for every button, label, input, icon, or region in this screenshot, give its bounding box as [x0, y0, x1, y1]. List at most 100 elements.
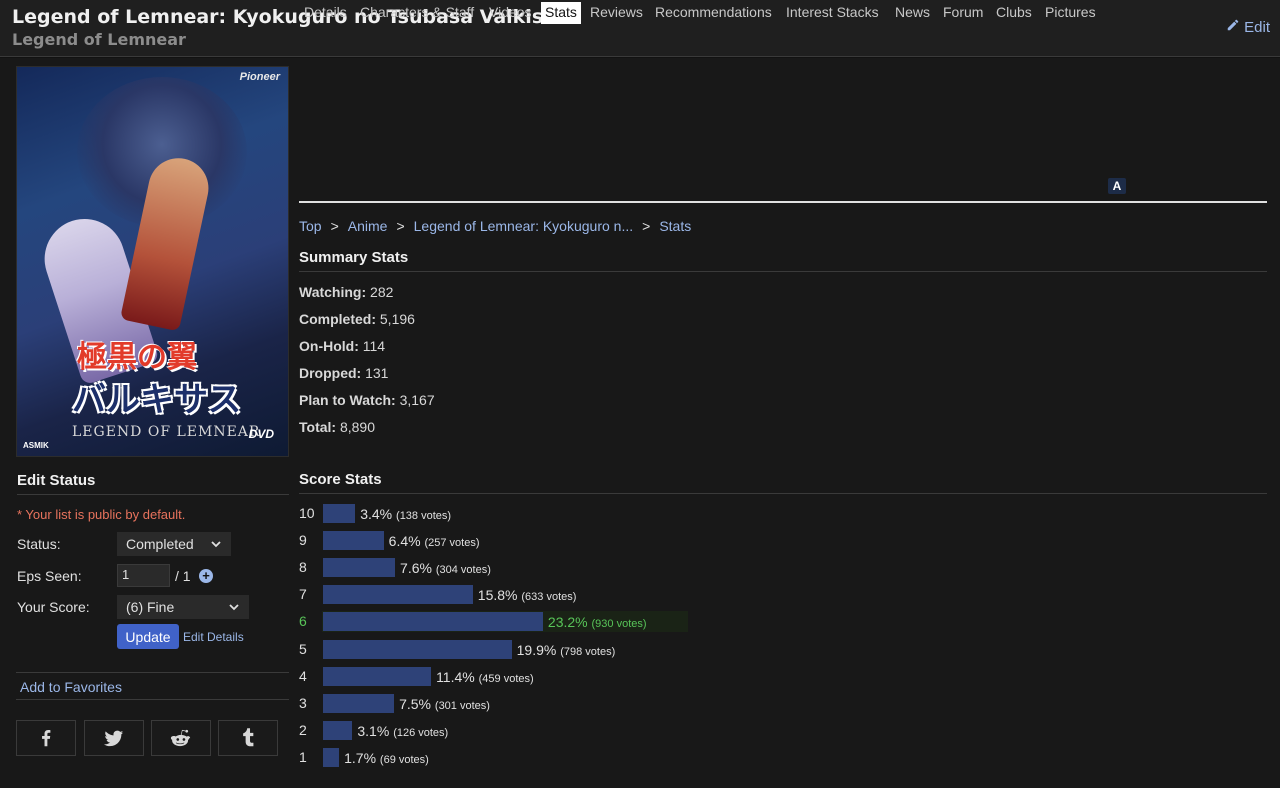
score-percent-value: 6.4% [388, 533, 421, 550]
breadcrumb-separator: > [330, 218, 339, 234]
tab-details[interactable]: Details [300, 2, 351, 24]
score-row: 9 6.4% (257 votes) [299, 531, 939, 551]
score-bar [323, 720, 353, 740]
breadcrumb-stats[interactable]: Stats [659, 218, 691, 234]
facebook-icon [42, 730, 51, 747]
eps-total: / 1 [175, 568, 191, 584]
score-percent: 7.5% (301 votes) [399, 696, 490, 712]
eps-label: Eps Seen: [17, 568, 82, 584]
public-note: * Your list is public by default. [17, 507, 186, 522]
score-bar [323, 585, 473, 605]
breadcrumb-title[interactable]: Legend of Lemnear: Kyokuguro n... [414, 218, 633, 234]
chevron-down-icon [229, 604, 239, 611]
score-percent: 3.4% (138 votes) [360, 506, 451, 522]
favorites-box: Add to Favorites [16, 672, 289, 700]
dvd-logo: DVD [248, 427, 274, 441]
eps-seen-input[interactable]: 1 [117, 564, 170, 587]
stat-label: Plan to Watch: [299, 392, 396, 408]
stat-watching: Watching: 282 [299, 284, 393, 300]
edit-details-link[interactable]: Edit Details [183, 630, 244, 644]
tab-interest-stacks[interactable]: Interest Stacks [782, 2, 883, 24]
score-number: 2 [299, 721, 307, 738]
score-number: 3 [299, 694, 307, 711]
poster-en-title: LEGEND OF LEMNEAR [72, 424, 261, 440]
score-select[interactable]: (6) Fine [117, 595, 249, 619]
tab-recommendations[interactable]: Recommendations [651, 2, 776, 24]
add-to-favorites-link[interactable]: Add to Favorites [20, 679, 122, 695]
tab-videos[interactable]: Videos [485, 2, 536, 24]
tab-forum[interactable]: Forum [939, 2, 987, 24]
reddit-share-button[interactable] [151, 720, 211, 756]
chevron-down-icon [211, 541, 221, 548]
facebook-share-button[interactable] [16, 720, 76, 756]
twitter-share-button[interactable] [84, 720, 144, 756]
tumblr-share-button[interactable] [218, 720, 278, 756]
tab-news[interactable]: News [891, 2, 934, 24]
stat-label: Dropped: [299, 365, 362, 381]
score-row: 8 7.6% (304 votes) [299, 558, 939, 578]
score-votes: (126 votes) [393, 726, 449, 739]
score-percent-value: 15.8% [477, 587, 518, 604]
score-number: 6 [299, 613, 307, 630]
tab-clubs[interactable]: Clubs [992, 2, 1036, 24]
score-bar [323, 639, 512, 659]
pencil-icon [1226, 18, 1240, 36]
tab-characters-staff[interactable]: Characters & Staff [356, 2, 478, 24]
increment-eps-icon[interactable]: + [199, 569, 213, 583]
score-number: 8 [299, 559, 307, 576]
cover-image[interactable]: Pioneer 極黒の翼 バルキサス LEGEND OF LEMNEAR DVD… [16, 66, 289, 457]
tumblr-icon [243, 728, 254, 747]
tab-pictures[interactable]: Pictures [1041, 2, 1100, 24]
score-bar [323, 693, 395, 713]
stat-dropped: Dropped: 131 [299, 365, 388, 381]
stat-value: 282 [370, 284, 394, 300]
score-row: 5 19.9% (798 votes) [299, 639, 939, 660]
score-votes: (257 votes) [424, 537, 480, 550]
edit-link[interactable]: Edit [1226, 18, 1270, 36]
score-row: 4 11.4% (459 votes) [299, 666, 939, 687]
score-number: 5 [299, 640, 307, 657]
stat-label: Total: [299, 419, 337, 435]
status-label: Status: [17, 536, 61, 552]
score-row: 3 7.5% (301 votes) [299, 693, 939, 714]
tab-reviews[interactable]: Reviews [586, 2, 647, 24]
score-bar [323, 531, 384, 551]
score-percent-value: 3.4% [360, 506, 393, 522]
score-percent: 3.1% (126 votes) [357, 723, 448, 739]
score-votes: (930 votes) [591, 618, 647, 631]
score-row: 10 3.4% (138 votes) [299, 504, 939, 524]
stat-label: On-Hold: [299, 338, 359, 354]
stat-total: Total: 8,890 [299, 419, 375, 435]
status-select[interactable]: Completed [117, 532, 231, 556]
stat-on-hold: On-Hold: 114 [299, 338, 385, 354]
score-number: 9 [299, 532, 307, 549]
edit-label: Edit [1244, 18, 1270, 36]
update-button[interactable]: Update [117, 624, 179, 649]
score-percent: 11.4% (459 votes) [436, 669, 534, 685]
poster-jp-title-2: バルキサス [72, 380, 242, 420]
stat-plan-to-watch: Plan to Watch: 3,167 [299, 392, 435, 408]
tab-stats[interactable]: Stats [541, 2, 581, 24]
score-votes: (69 votes) [379, 753, 429, 766]
stat-label: Completed: [299, 311, 376, 327]
stat-value: 131 [365, 365, 389, 381]
score-votes: (798 votes) [560, 645, 616, 658]
score-percent-value: 7.5% [399, 695, 432, 712]
score-row: 6 23.2% (930 votes) [299, 612, 939, 632]
score-votes: (304 votes) [435, 564, 491, 577]
score-bar [323, 666, 432, 686]
score-label: Your Score: [17, 599, 90, 615]
stat-completed: Completed: 5,196 [299, 311, 415, 327]
breadcrumb-anime[interactable]: Anime [348, 218, 388, 234]
breadcrumb-separator: > [396, 218, 405, 234]
poster-brand: Pioneer [239, 71, 280, 83]
score-stats-heading: Score Stats [299, 471, 1267, 494]
anilist-icon[interactable]: A [1108, 178, 1126, 194]
breadcrumb-top[interactable]: Top [299, 218, 322, 234]
summary-stats-heading: Summary Stats [299, 249, 1267, 272]
score-row: 2 3.1% (126 votes) [299, 720, 939, 741]
score-number: 10 [299, 505, 315, 521]
score-bar [323, 504, 356, 523]
breadcrumb: Top > Anime > Legend of Lemnear: Kyokuguro n… [299, 218, 691, 234]
score-row: 7 15.8% (633 votes) [299, 585, 939, 605]
